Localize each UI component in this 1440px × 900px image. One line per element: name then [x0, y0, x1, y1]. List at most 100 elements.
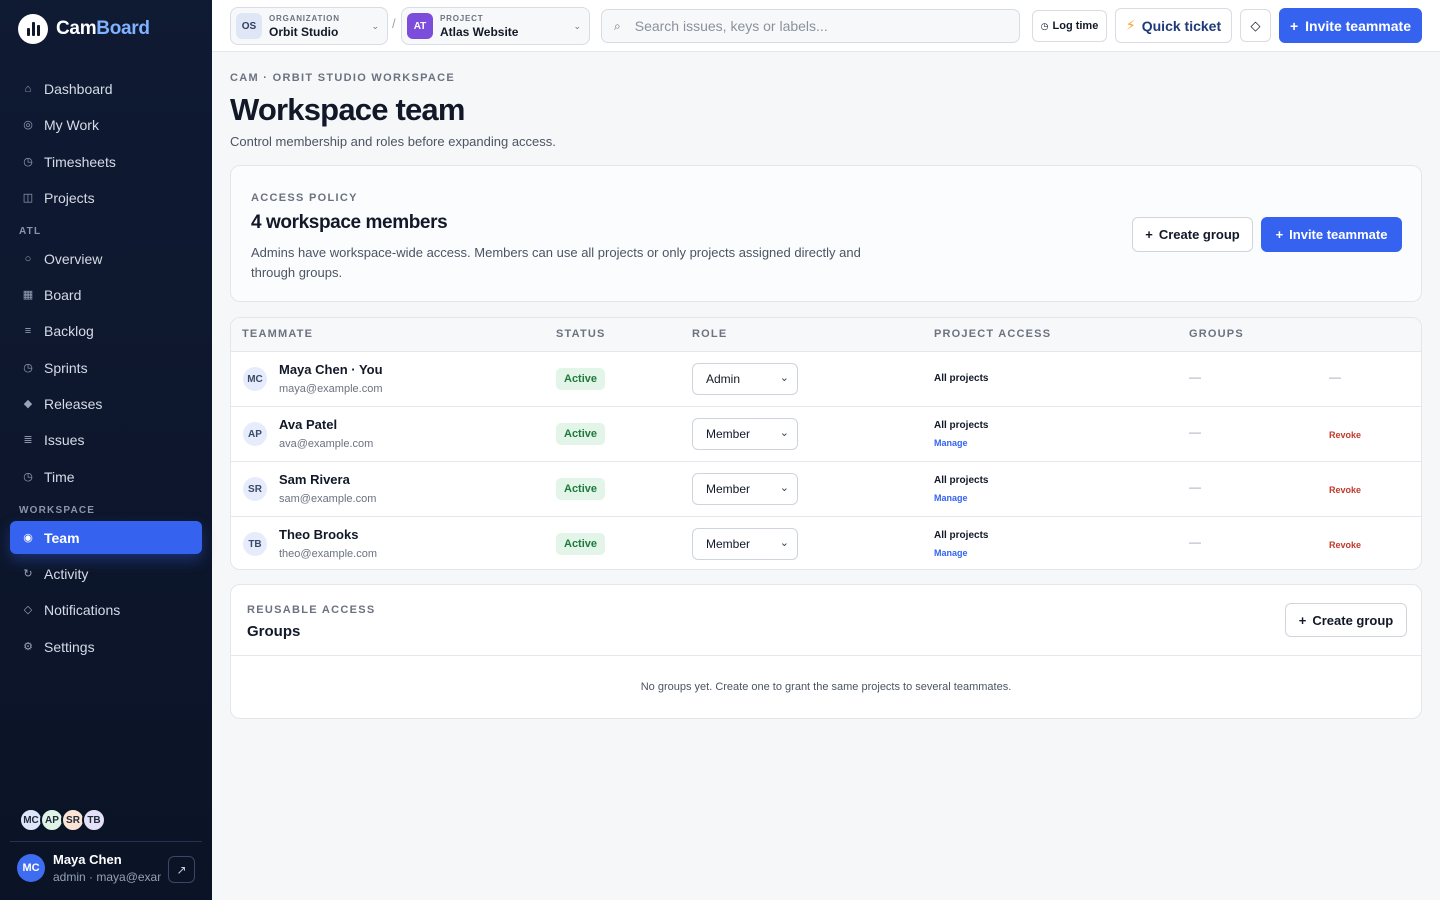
chevron-down-icon: ⌄: [779, 482, 789, 494]
member-name: Sam Rivera: [279, 472, 350, 487]
project-label: PROJECT: [440, 13, 484, 23]
sidebar-item-notifications[interactable]: ◇ Notifications: [10, 593, 202, 626]
sidebar-item-issues[interactable]: ≣ Issues: [10, 423, 202, 456]
activity-icon: ↻: [23, 568, 33, 580]
table-row: AP Ava Patel ava@example.com Active Memb…: [231, 407, 1421, 462]
sidebar-item-label: Settings: [44, 638, 95, 655]
brand[interactable]: CamBoard: [18, 14, 150, 44]
sidebar-section-atl: ATL: [19, 226, 42, 237]
sidebar-item-my-work[interactable]: ◎ My Work: [10, 108, 202, 141]
role-value: Member: [706, 427, 751, 441]
policy-eyebrow: ACCESS POLICY: [251, 192, 358, 204]
role-select[interactable]: Member ⌄: [692, 418, 798, 450]
sidebar-item-timesheets[interactable]: ◷ Timesheets: [10, 145, 202, 178]
members-table: TEAMMATE STATUS ROLE PROJECT ACCESS GROU…: [230, 317, 1422, 570]
chevron-down-icon: ⌄: [573, 21, 581, 31]
org-badge: OS: [236, 13, 262, 39]
notifications-button[interactable]: ◇: [1240, 9, 1271, 42]
create-group-label: Create group: [1312, 612, 1394, 628]
manage-access-link[interactable]: Manage: [934, 548, 968, 558]
role-select[interactable]: Member ⌄: [692, 528, 798, 560]
sidebar-item-label: Overview: [44, 250, 103, 267]
policy-description: Admins have workspace-wide access. Membe…: [251, 245, 861, 280]
plus-icon: +: [1289, 17, 1299, 34]
org-value: Orbit Studio: [269, 24, 339, 39]
sprint-icon: ◷: [23, 362, 33, 374]
role-select[interactable]: Admin ⌄: [692, 363, 798, 395]
manage-access-link[interactable]: Manage: [934, 493, 968, 503]
target-icon: ◎: [23, 119, 33, 131]
sidebar-item-overview[interactable]: ○ Overview: [10, 242, 202, 275]
sidebar: CamBoard ⌂ Dashboard ◎ My Work ◷ Timeshe…: [0, 0, 212, 900]
quick-ticket-label: Quick ticket: [1141, 17, 1222, 34]
table-header: TEAMMATE STATUS ROLE PROJECT ACCESS GROU…: [231, 318, 1421, 352]
breadcrumb-separator: /: [392, 16, 396, 31]
backlog-icon: ≡: [24, 324, 32, 337]
time-icon: ◷: [23, 471, 33, 483]
sidebar-item-board[interactable]: ▦ Board: [10, 278, 202, 311]
sidebar-item-label: Team: [44, 529, 80, 546]
manage-access-link[interactable]: Manage: [934, 438, 968, 448]
status-badge: Active: [556, 533, 606, 555]
revoke-button[interactable]: Revoke: [1329, 485, 1361, 495]
sidebar-item-sprints[interactable]: ◷ Sprints: [10, 351, 202, 384]
sidebar-item-projects[interactable]: ◫ Projects: [10, 181, 202, 214]
release-icon: ◆: [23, 398, 33, 410]
role-select[interactable]: Member ⌄: [692, 473, 798, 505]
organization-switcher[interactable]: OS ORGANIZATION Orbit Studio ⌄: [230, 7, 388, 45]
plus-icon: +: [1298, 612, 1307, 628]
role-value: Admin: [706, 372, 741, 386]
bell-icon: ◇: [23, 604, 33, 616]
sidebar-item-releases[interactable]: ◆ Releases: [10, 387, 202, 420]
overview-icon: ○: [24, 252, 32, 265]
project-access: All projects: [934, 475, 989, 486]
invite-teammate-button[interactable]: + Invite teammate: [1261, 217, 1402, 252]
sidebar-item-settings[interactable]: ⚙ Settings: [10, 630, 202, 663]
member-name: Ava Patel: [279, 417, 338, 432]
revoke-button[interactable]: Revoke: [1329, 540, 1361, 550]
chevron-down-icon: ⌄: [779, 372, 789, 384]
column-header-teammate: TEAMMATE: [242, 328, 314, 340]
project-switcher[interactable]: AT PROJECT Atlas Website ⌄: [401, 7, 590, 45]
user-name: Maya Chen: [53, 852, 122, 867]
sidebar-item-label: Board: [44, 286, 82, 303]
sign-out-button[interactable]: ↗: [168, 856, 195, 883]
page-title: Workspace team: [230, 92, 465, 127]
status-badge: Active: [556, 423, 606, 445]
quick-ticket-button[interactable]: ⚡ Quick ticket: [1115, 8, 1232, 43]
sidebar-item-time[interactable]: ◷ Time: [10, 460, 202, 493]
sidebar-item-activity[interactable]: ↻ Activity: [10, 557, 202, 590]
groups-value: —: [1189, 425, 1201, 439]
avatar: MC: [243, 367, 267, 391]
avatar[interactable]: TB: [82, 808, 106, 832]
team-icon: ◉: [23, 532, 33, 544]
avatar: TB: [243, 532, 267, 556]
create-group-button[interactable]: + Create group: [1132, 217, 1253, 252]
app-name: CamBoard: [56, 18, 150, 39]
row-action: —: [1329, 370, 1341, 384]
member-count-title: 4 workspace members: [251, 212, 448, 233]
sidebar-item-team[interactable]: ◉ Team: [10, 521, 202, 554]
groups-value: —: [1189, 480, 1201, 494]
sidebar-item-label: Dashboard: [44, 80, 113, 97]
search-input[interactable]: [634, 18, 1005, 34]
page-subtitle: Control membership and roles before expa…: [230, 134, 556, 149]
lightning-icon: ⚡: [1125, 17, 1136, 33]
create-group-button[interactable]: + Create group: [1285, 603, 1407, 637]
issues-icon: ≣: [23, 434, 33, 446]
sidebar-item-dashboard[interactable]: ⌂ Dashboard: [10, 72, 202, 105]
member-email: ava@example.com: [279, 438, 374, 450]
folder-icon: ◫: [22, 192, 34, 204]
sidebar-item-backlog[interactable]: ≡ Backlog: [10, 314, 202, 347]
member-name: Theo Brooks: [279, 527, 359, 542]
chevron-down-icon: ⌄: [779, 427, 789, 439]
sidebar-item-label: My Work: [44, 116, 99, 133]
access-policy-card: ACCESS POLICY 4 workspace members Admins…: [230, 165, 1422, 302]
log-time-button[interactable]: ◷ Log time: [1032, 10, 1107, 42]
gear-icon: ⚙: [23, 641, 33, 653]
invite-teammate-button[interactable]: + Invite teammate: [1279, 8, 1422, 43]
divider: [231, 655, 1421, 656]
member-name: Maya Chen · You: [279, 362, 383, 377]
revoke-button[interactable]: Revoke: [1329, 430, 1361, 440]
avatar: MC: [17, 854, 45, 882]
